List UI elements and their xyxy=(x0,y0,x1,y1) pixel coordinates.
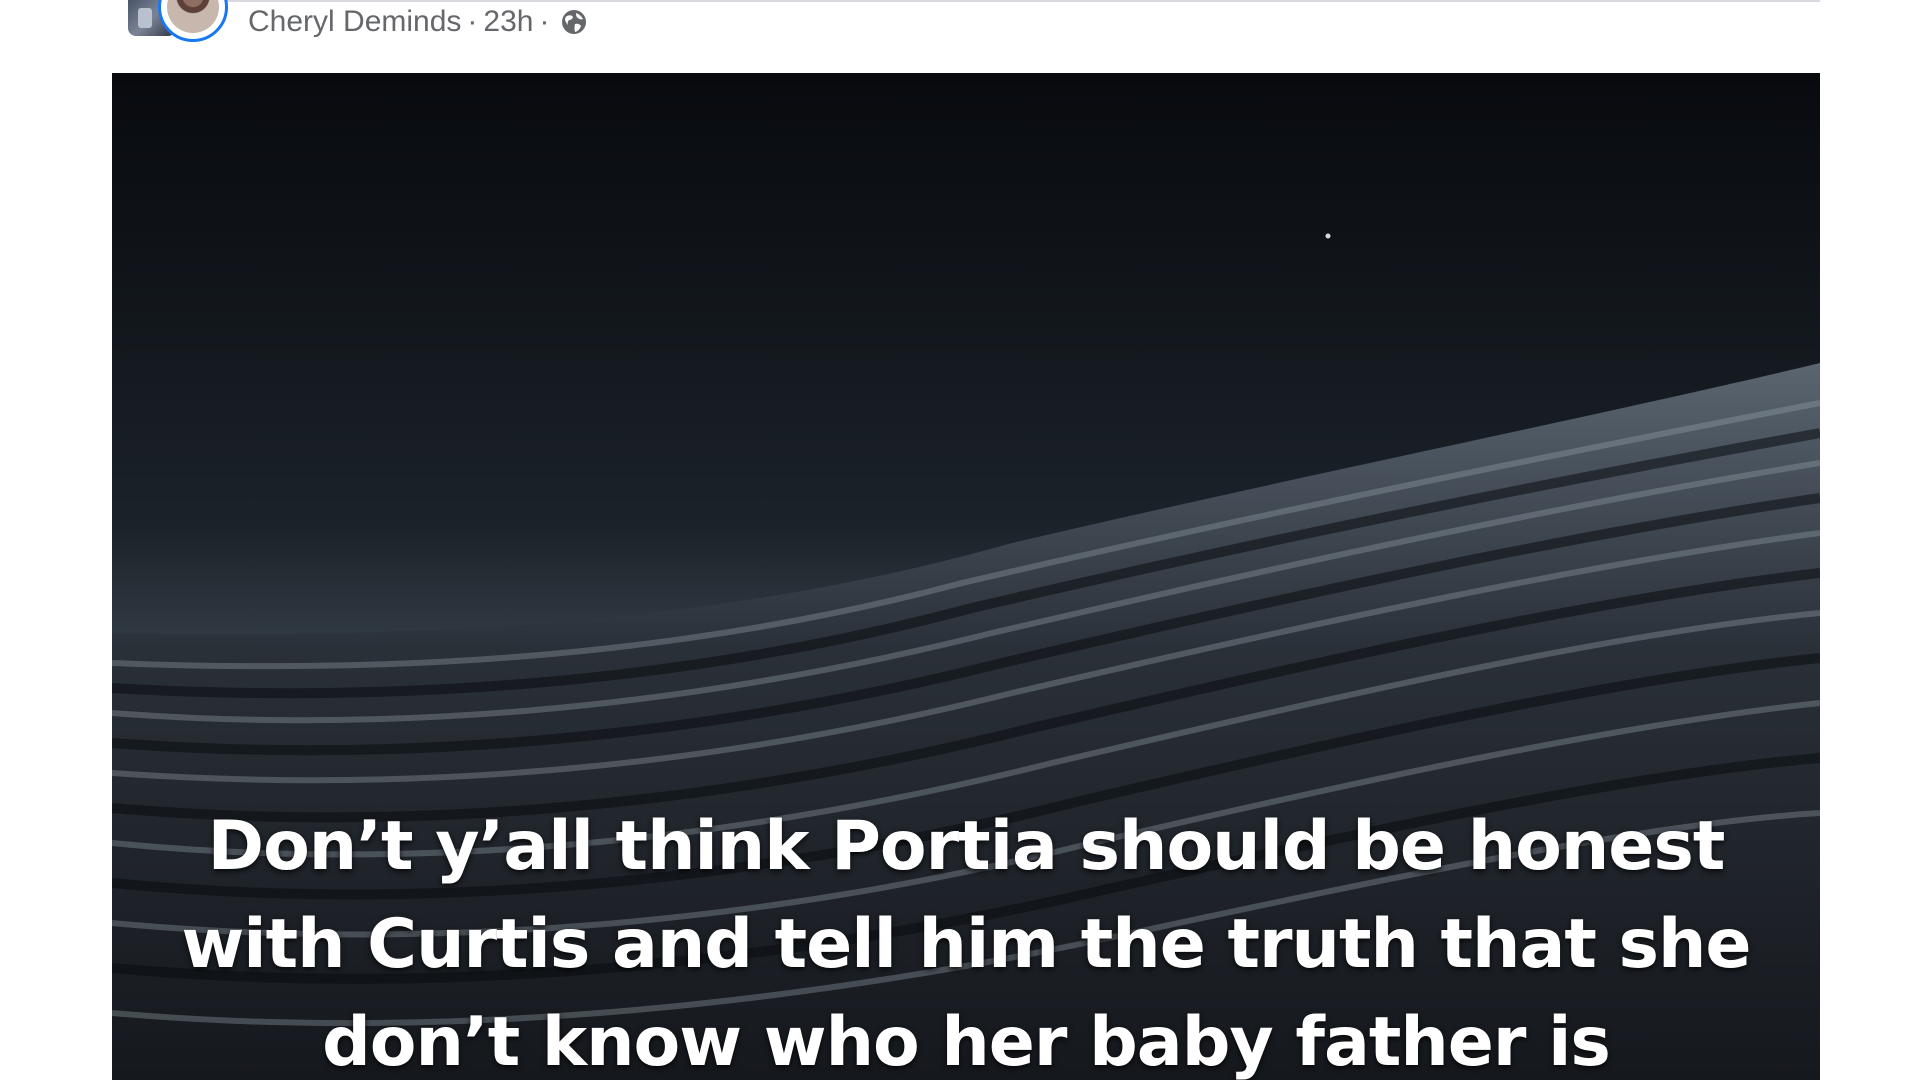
avatar-group[interactable] xyxy=(128,0,232,52)
author-avatar-photo xyxy=(167,0,219,33)
image-caption: Don’t y’all think Portia should be hones… xyxy=(181,807,1751,1080)
globe-icon[interactable] xyxy=(559,7,589,37)
author-name-link[interactable]: Cheryl Deminds xyxy=(248,5,461,39)
post-meta: Cheryl Deminds · 23h · xyxy=(248,5,589,39)
meta-separator: · xyxy=(467,5,478,38)
post-timestamp[interactable]: 23h xyxy=(483,5,533,39)
post-header: Cheryl Deminds · 23h · xyxy=(128,0,589,52)
meta-separator: · xyxy=(539,5,550,38)
post-image[interactable]: Don’t y’all think Portia should be hones… xyxy=(112,73,1820,1080)
